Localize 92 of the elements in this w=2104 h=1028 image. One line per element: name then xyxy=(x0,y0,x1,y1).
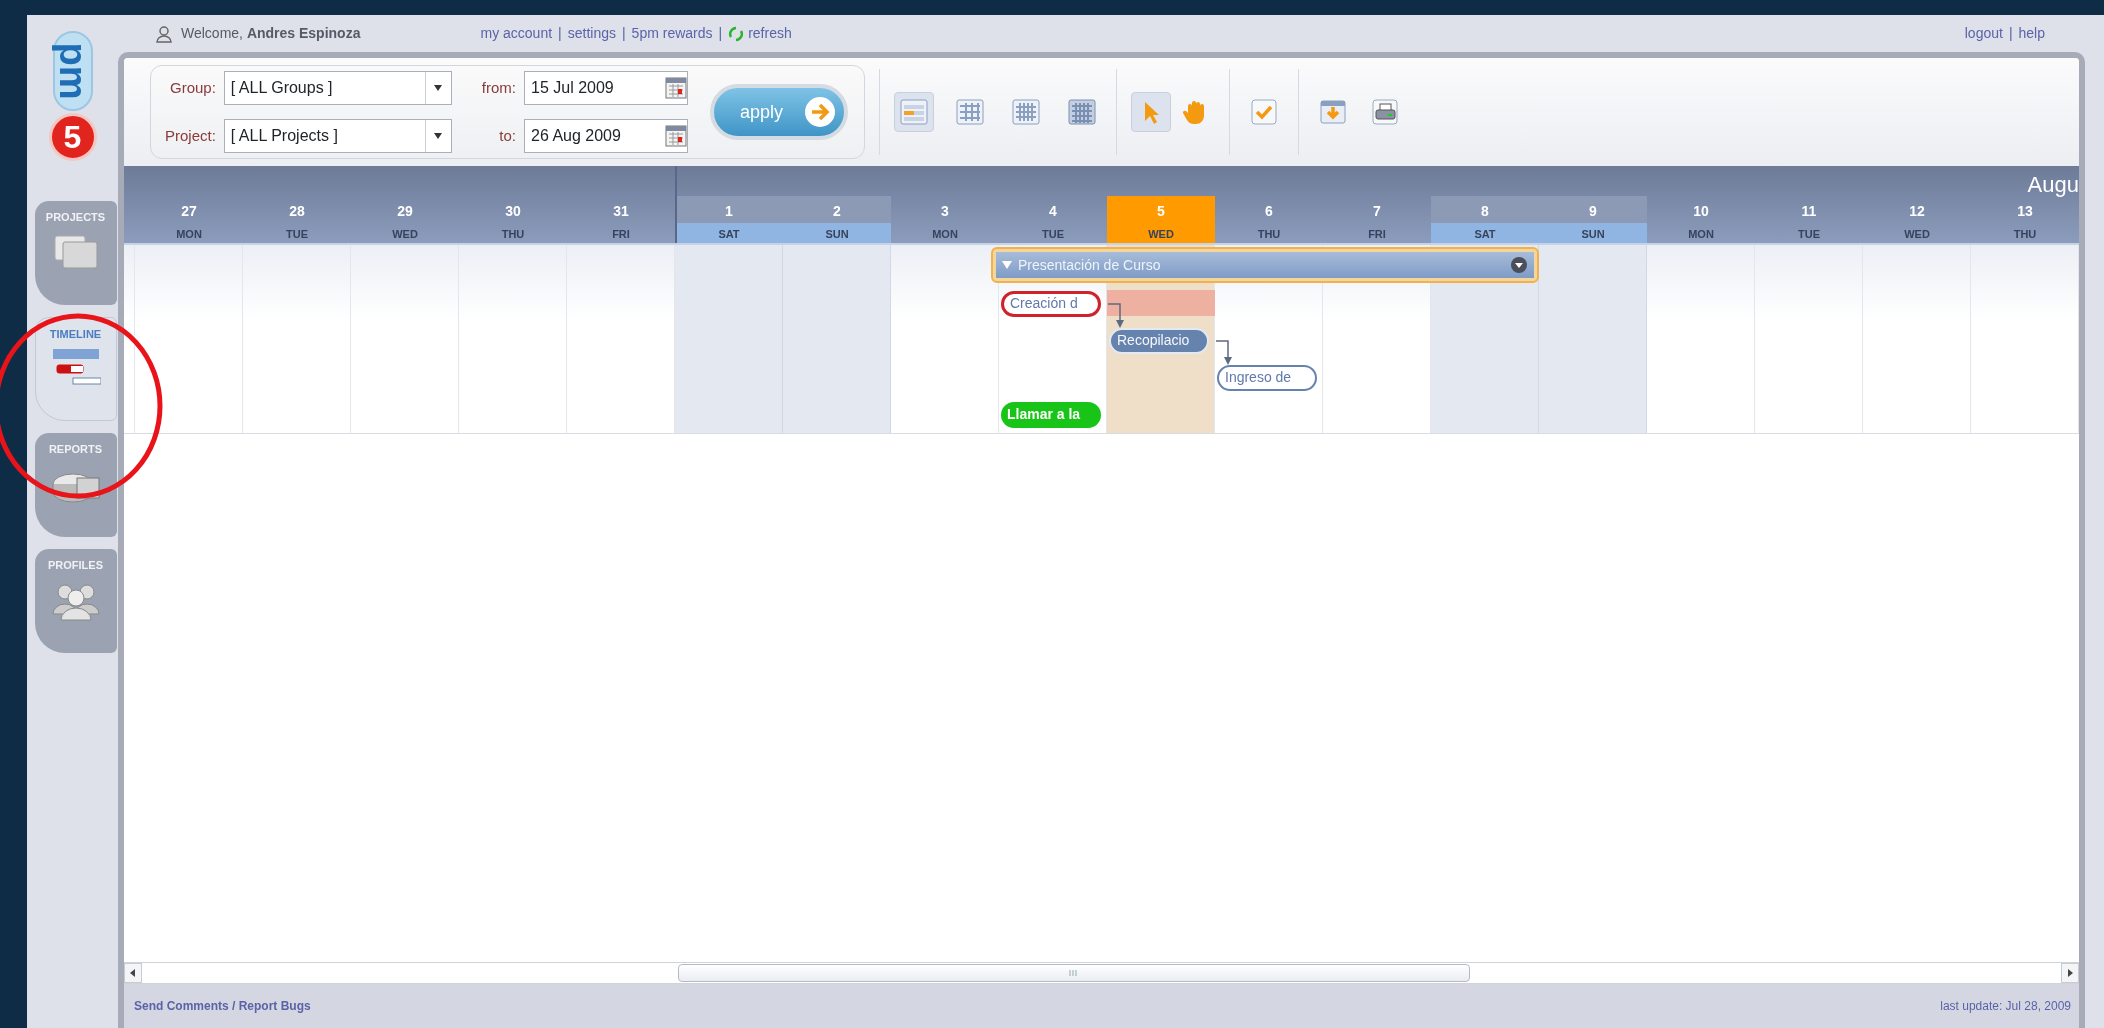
weekday-label: THU xyxy=(2012,227,2038,242)
weekday-label: TUE xyxy=(1797,227,1821,242)
day-number: 12 xyxy=(1908,202,1926,221)
weekday-label: FRI xyxy=(1367,227,1387,242)
day-number: 4 xyxy=(1048,202,1058,221)
field-label: Project: xyxy=(165,125,216,146)
checkmark-icon xyxy=(1249,97,1280,127)
last-update-text: last update: Jul 28, 2009 xyxy=(1940,998,2071,1015)
month-label: Augu xyxy=(2026,174,2079,196)
field-label: from: xyxy=(481,77,517,98)
date-value: 26 Aug 2009 xyxy=(531,126,621,146)
calendar-icon[interactable] xyxy=(665,125,688,147)
print-icon xyxy=(1370,97,1401,127)
link-separator: | xyxy=(621,24,626,43)
apply-button[interactable]: apply xyxy=(710,84,849,140)
dropdown-value: [ ALL Projects ] xyxy=(230,126,338,146)
collapse-icon[interactable] xyxy=(1002,261,1012,269)
day-number: 7 xyxy=(1372,202,1382,221)
weekday-label: MON xyxy=(931,227,959,242)
day-number: 2 xyxy=(783,196,891,223)
date-field[interactable]: 15 Jul 2009 xyxy=(524,71,689,105)
link-separator: | xyxy=(718,24,723,43)
scroll-right-icon[interactable] xyxy=(2061,963,2079,983)
download-icon xyxy=(1318,97,1349,127)
view-button[interactable] xyxy=(894,92,935,132)
link-separator: | xyxy=(2008,24,2013,43)
weekday-label: SUN xyxy=(1539,223,1647,243)
weekday-label: THU xyxy=(500,227,526,242)
day-number: 30 xyxy=(504,202,522,221)
caret-icon[interactable] xyxy=(433,133,444,139)
dropdown-icon[interactable] xyxy=(1510,256,1528,274)
day-number: 9 xyxy=(1539,196,1647,223)
weekday-label: MON xyxy=(175,227,203,242)
day-number: 3 xyxy=(940,202,950,221)
scroll-thumb[interactable] xyxy=(678,964,1470,982)
dropdown-field[interactable]: [ ALL Projects ] xyxy=(223,119,452,153)
weekday-label: TUE xyxy=(1041,227,1065,242)
refresh-icon[interactable] xyxy=(728,25,745,42)
refresh-link[interactable]: refresh xyxy=(748,23,792,44)
summary-task-label: Presentación de Curso xyxy=(1018,255,1161,275)
header-link[interactable]: logout xyxy=(1964,23,2003,44)
weekday-label: MON xyxy=(1687,227,1715,242)
month-grid-icon xyxy=(955,97,986,127)
arrow-right-icon xyxy=(804,96,837,128)
header-link[interactable]: 5pm rewards xyxy=(631,23,713,44)
dropdown-field[interactable]: [ ALL Groups ] xyxy=(223,71,452,105)
mode-button[interactable] xyxy=(1131,92,1172,132)
day-number: 13 xyxy=(2016,202,2034,221)
weekday-label: SAT xyxy=(1431,223,1539,243)
date-field[interactable]: 26 Aug 2009 xyxy=(524,119,689,153)
day-number: 8 xyxy=(1431,196,1539,223)
field-label: Group: xyxy=(169,77,216,98)
sidebar-tab[interactable]: PROFILES xyxy=(34,549,117,653)
scroll-left-icon[interactable] xyxy=(124,963,142,983)
feedback-link[interactable]: Send Comments / Report Bugs xyxy=(134,997,311,1015)
link-separator: | xyxy=(558,24,562,43)
caret-icon[interactable] xyxy=(433,85,444,91)
week-view-icon xyxy=(899,97,930,127)
sidebar-tab[interactable]: TIMELINE xyxy=(34,317,117,421)
day-number: 5 xyxy=(1107,196,1215,223)
date-value: 15 Jul 2009 xyxy=(531,78,614,98)
logo-number: 5 xyxy=(48,113,97,161)
welcome-text: Welcome, Andres Espinoza xyxy=(181,24,361,43)
weekday-label: WED xyxy=(1107,223,1215,243)
user-icon xyxy=(155,24,173,43)
day-number: 31 xyxy=(612,202,630,221)
weekday-label: THU xyxy=(1256,227,1282,242)
day-number: 6 xyxy=(1264,202,1274,221)
day-number: 28 xyxy=(288,202,306,221)
weekday-label: SUN xyxy=(783,223,891,243)
grid-view-icon xyxy=(1011,97,1042,127)
day-number: 27 xyxy=(180,202,198,221)
header-link[interactable]: settings xyxy=(567,23,616,44)
field-label: to: xyxy=(498,125,517,146)
weekday-label: FRI xyxy=(611,227,631,242)
calendar-icon[interactable] xyxy=(665,77,688,99)
day-number: 1 xyxy=(675,196,783,223)
header-link[interactable]: my account xyxy=(480,23,553,44)
weekday-label: TUE xyxy=(285,227,309,242)
dropdown-value: [ ALL Groups ] xyxy=(230,78,333,98)
weekday-label: WED xyxy=(1903,227,1931,242)
weekday-label: SAT xyxy=(675,223,783,243)
horizontal-scrollbar[interactable] xyxy=(124,962,2079,984)
logo-text: pm xyxy=(52,31,93,111)
sidebar-tab[interactable]: PROJECTS xyxy=(34,201,117,305)
day-number: 10 xyxy=(1692,202,1710,221)
day-number: 11 xyxy=(1800,202,1818,221)
dense-grid-icon xyxy=(1067,97,1098,127)
sidebar-tab[interactable]: REPORTS xyxy=(34,433,117,537)
weekday-label: WED xyxy=(391,227,419,242)
header-link[interactable]: help xyxy=(2018,23,2045,44)
day-number: 29 xyxy=(396,202,414,221)
